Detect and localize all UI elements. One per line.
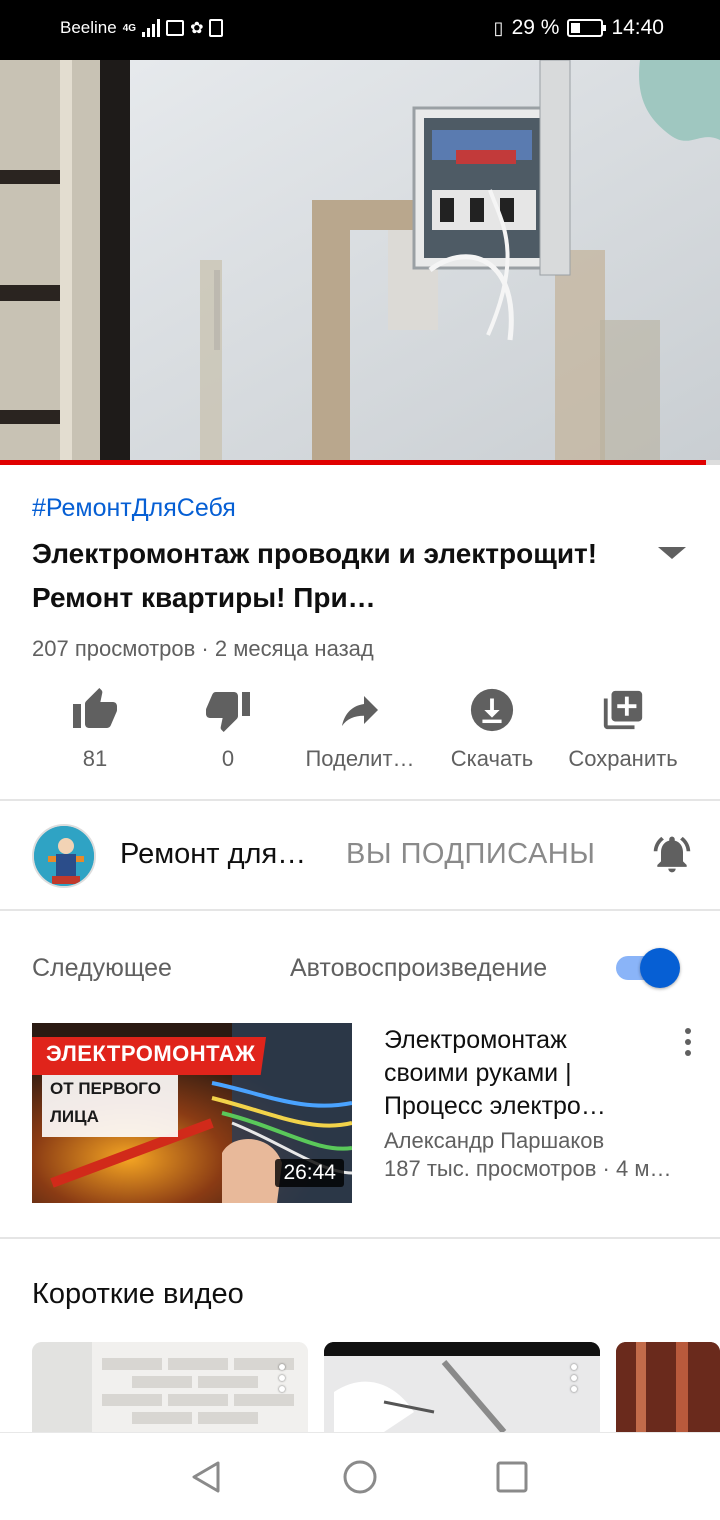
mail-icon: [166, 20, 185, 36]
thumb-up-icon: [25, 684, 165, 736]
playlist-add-icon: [553, 684, 693, 736]
up-next-label: Следующее: [32, 954, 172, 982]
like-count: 81: [82, 746, 108, 771]
battery-icon: [567, 19, 607, 37]
channel-avatar[interactable]: [32, 824, 96, 888]
divider: [0, 799, 720, 801]
divider: [0, 909, 720, 911]
action-row: 81 0 Поделит… Скачать Сохранить: [0, 684, 720, 780]
share-label: Поделит…: [305, 746, 415, 771]
circle-home-icon[interactable]: [342, 1459, 378, 1495]
recommended-thumbnail[interactable]: ЭЛЕКТРОМОНТАЖ ОТ ПЕРВОГО ЛИЦА 26:44: [32, 1023, 352, 1203]
thumb-text-1: ЭЛЕКТРОМОНТАЖ: [46, 1041, 256, 1066]
avatar-image: [34, 826, 94, 886]
recommended-stats: 187 тыс. просмотров · 4 м…: [384, 1156, 672, 1181]
like-button[interactable]: 81: [25, 684, 165, 772]
clock: 14:40: [611, 16, 664, 39]
video-progress-bar[interactable]: [0, 460, 720, 465]
shorts-heading: Короткие видео: [32, 1278, 244, 1310]
short-thumbnail: [32, 1342, 308, 1432]
subscribed-button[interactable]: ВЫ ПОДПИСАНЫ: [346, 838, 595, 871]
thumb-text-2: ОТ ПЕРВОГО: [50, 1079, 161, 1098]
download-label: Скачать: [450, 746, 534, 771]
bell-ring-icon[interactable]: [650, 832, 694, 881]
hashtag-link[interactable]: #РемонтДляСебя: [32, 494, 236, 523]
channel-name[interactable]: Ремонт для…: [120, 838, 318, 871]
download-icon: [422, 684, 562, 736]
triangle-back-icon[interactable]: [188, 1459, 224, 1495]
more-vert-icon[interactable]: [684, 1028, 692, 1056]
network-type: 4G: [122, 22, 137, 34]
divider: [0, 1237, 720, 1239]
short-card[interactable]: [32, 1342, 308, 1432]
dislike-count: 0: [221, 746, 235, 771]
short-thumbnail: [616, 1342, 720, 1432]
more-vert-icon[interactable]: [278, 1364, 286, 1392]
leaf-icon: ✿: [190, 20, 204, 37]
share-arrow-icon: [290, 684, 430, 736]
recommended-channel: Александр Паршаков: [384, 1128, 605, 1153]
thumb-text-3: ЛИЦА: [50, 1107, 99, 1126]
expand-description-icon[interactable]: [658, 547, 686, 559]
status-right: ▯ 29 % 14:40: [494, 16, 664, 40]
more-vert-icon[interactable]: [570, 1364, 578, 1392]
video-meta: 207 просмотров · 2 месяца назад: [32, 636, 374, 661]
recommended-title[interactable]: Электромонтаж своими руками | Процесс эл…: [384, 1024, 652, 1123]
save-label: Сохранить: [568, 746, 678, 771]
share-button[interactable]: Поделит…: [290, 684, 430, 772]
autoplay-toggle[interactable]: [616, 948, 680, 988]
dislike-button[interactable]: 0: [158, 684, 298, 772]
short-thumbnail: [324, 1342, 600, 1432]
short-card[interactable]: [324, 1342, 600, 1432]
battery-percent: 29 %: [511, 16, 560, 39]
progress-fill: [0, 460, 706, 465]
upload-icon: [209, 19, 224, 37]
short-card[interactable]: [616, 1342, 720, 1432]
video-duration: 26:44: [275, 1159, 344, 1187]
system-nav-bar: [0, 1432, 720, 1520]
carrier-label: Beeline: [60, 18, 117, 37]
status-bar: Beeline 4G ✿ ▯ 29 % 14:40: [0, 0, 720, 60]
status-left: Beeline 4G ✿: [60, 18, 224, 38]
video-frame: [0, 60, 720, 465]
download-button[interactable]: Скачать: [422, 684, 562, 772]
toggle-knob: [640, 948, 680, 988]
save-button[interactable]: Сохранить: [553, 684, 693, 772]
autoplay-label: Автовоспроизведение: [290, 954, 548, 982]
vibrate-icon: ▯: [493, 17, 504, 38]
square-recents-icon[interactable]: [494, 1459, 530, 1495]
thumb-down-icon: [158, 684, 298, 736]
video-player[interactable]: [0, 60, 720, 465]
video-title[interactable]: Электромонтаж проводки и электрощит! Рем…: [32, 532, 622, 620]
signal-icon: [142, 19, 161, 37]
